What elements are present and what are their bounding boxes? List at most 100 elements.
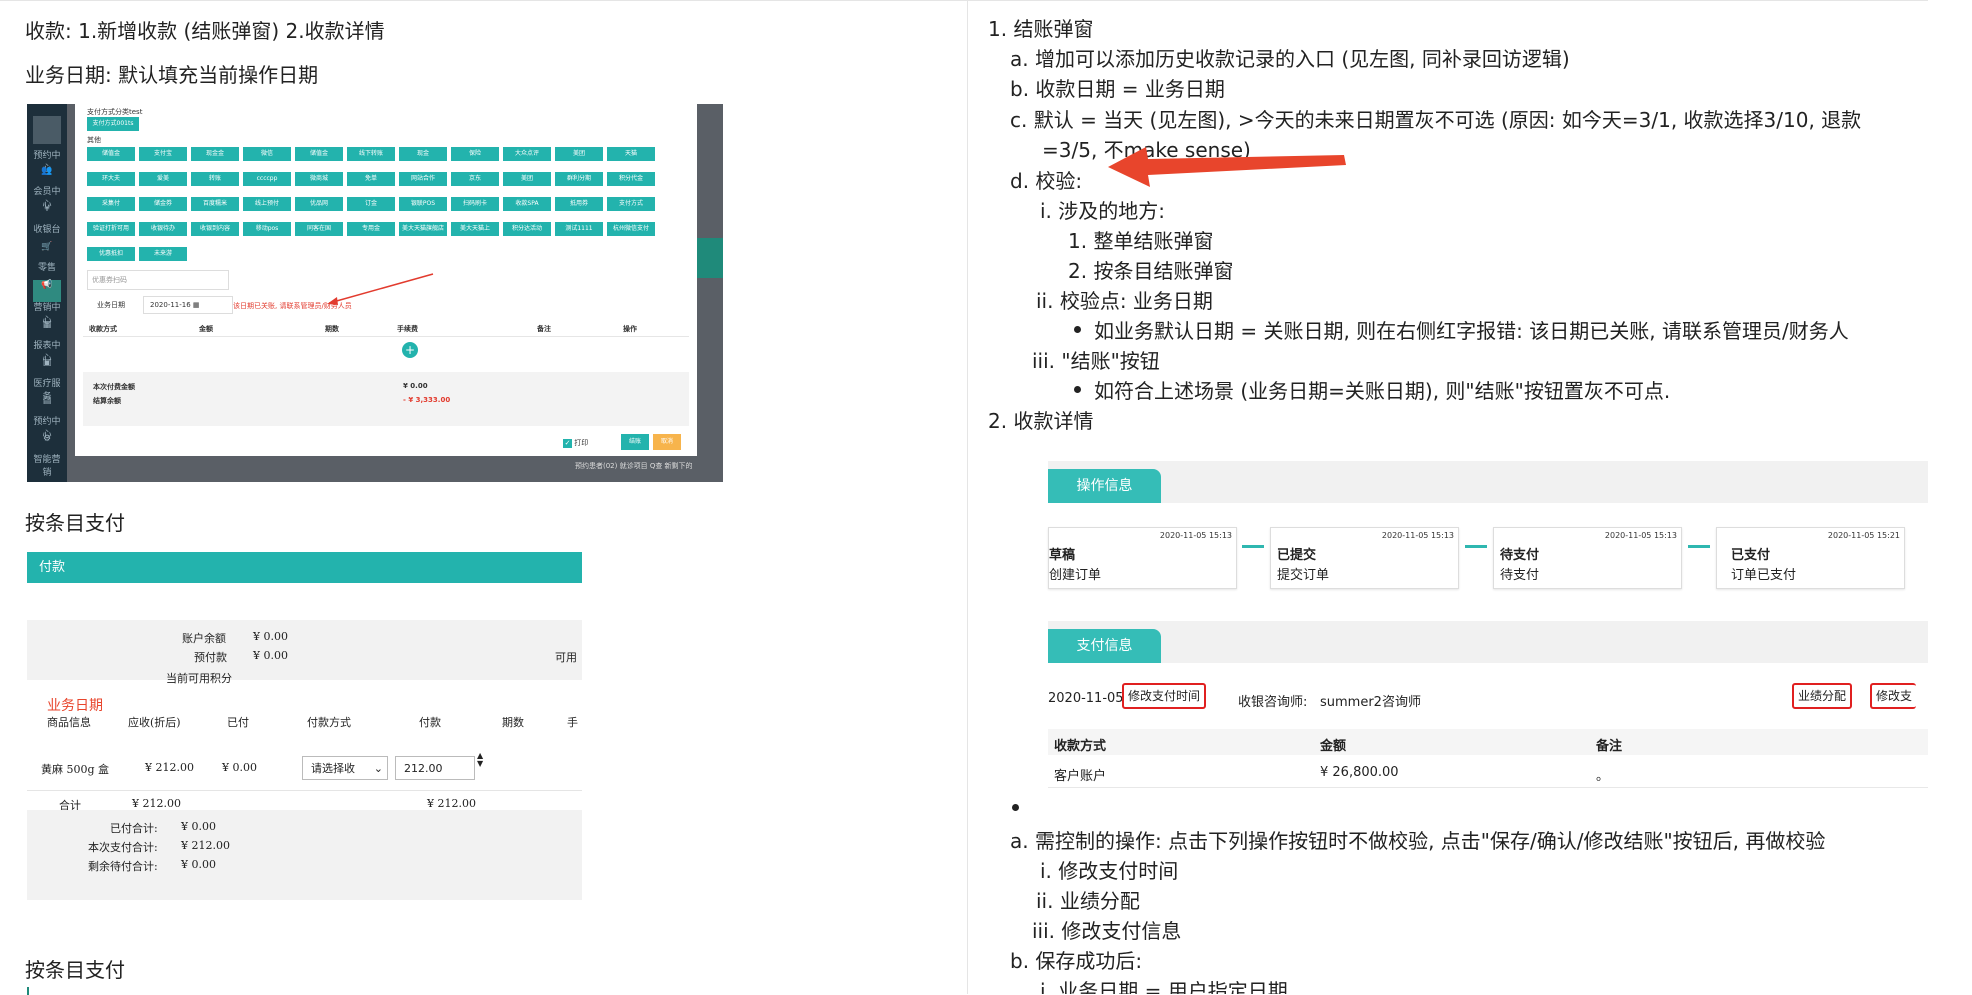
- tab-op-info[interactable]: 操作信息: [1048, 469, 1161, 503]
- payment-method-button[interactable]: 银联POS: [399, 197, 447, 211]
- payment-method-button[interactable]: 百度糯米: [191, 197, 239, 211]
- payment-method-button[interactable]: 转账: [191, 172, 239, 186]
- header-receivable: 应收(折后): [128, 716, 181, 729]
- coupon-input[interactable]: 优惠券扫码: [87, 270, 229, 290]
- payment-method-button[interactable]: 美大天猫上: [451, 222, 499, 236]
- payment-method-button[interactable]: 验证打折可用: [87, 222, 135, 236]
- this-pay-label: 本次支付合计:: [88, 841, 158, 854]
- payment-method-button[interactable]: 收银到内容: [191, 222, 239, 236]
- item-pay-screenshot: 付款 账户余额 ¥ 0.00 预付款 ¥ 0.00 可用 当前可用积分 业务日期…: [27, 552, 582, 900]
- payment-method-button[interactable]: 京东: [451, 172, 499, 186]
- summary-box: 本次付费金额 ¥ 0.00 结算余额 - ¥ 3,333.00: [83, 372, 689, 426]
- payment-method-button[interactable]: 储值金: [295, 147, 343, 161]
- payment-method-button[interactable]: 收银待办: [139, 222, 187, 236]
- annotation-arrow: [327, 273, 434, 305]
- payment-method-button[interactable]: 未来游: [139, 247, 187, 261]
- payment-method-button[interactable]: 同客在国: [295, 222, 343, 236]
- payment-method-button[interactable]: 抵用券: [555, 197, 603, 211]
- stepper-icon[interactable]: ▲ ▼: [477, 752, 483, 768]
- payment-method-button[interactable]: 线上预付: [243, 197, 291, 211]
- row-item: 黄麻 500g 盒: [41, 763, 110, 776]
- payment-method-button[interactable]: 美团: [503, 172, 551, 186]
- payment-method-button[interactable]: 杭州微信支付: [607, 222, 655, 236]
- receipt-detail-screenshot: 操作信息 2020-11-05 15:13 草稿 创建订单 2020-11-05…: [1048, 461, 1928, 791]
- payment-method-button[interactable]: 微商城: [295, 172, 343, 186]
- header-product: 商品信息: [47, 716, 91, 729]
- add-row-button[interactable]: +: [402, 342, 418, 358]
- card-status: 草稿: [1049, 548, 1076, 563]
- cancel-button[interactable]: 取消: [653, 434, 681, 450]
- logo: [33, 116, 61, 144]
- card-desc: 订单已支付: [1731, 568, 1797, 583]
- payment-method-button[interactable]: 线下转账: [347, 147, 395, 161]
- payment-method-button[interactable]: 支付方式: [607, 197, 655, 211]
- item-1c-line1: c. 默认 = 当天 (见左图), >今天的未来日期置灰不可选 (原因: 如今天…: [1010, 108, 1862, 132]
- payment-method-button[interactable]: 群利分期: [555, 172, 603, 186]
- item-1b: b. 收款日期 = 业务日期: [1010, 77, 1225, 101]
- account-balance-label: 账户余额: [182, 632, 226, 645]
- payment-method-button[interactable]: 美团: [555, 147, 603, 161]
- remain-value: ¥ 0.00: [181, 858, 216, 871]
- left-column: 收款: 1.新增收款 (结账弹窗) 2.收款详情 业务日期: 默认填充当前操作日…: [0, 0, 968, 995]
- payment-method-button[interactable]: 收款SPA: [503, 197, 551, 211]
- status-card-draft: 2020-11-05 15:13 草稿 创建订单: [1048, 527, 1237, 589]
- pay-method-select[interactable]: 请选择收 ⌄: [302, 756, 388, 780]
- confirm-checkout-button[interactable]: 结账: [621, 434, 649, 450]
- item-1d-iii: iii. "结账"按钮: [1032, 349, 1160, 373]
- tab-pay-info[interactable]: 支付信息: [1048, 629, 1161, 663]
- modify-pay-time-button[interactable]: 修改支付时间: [1122, 683, 1207, 709]
- payment-method-button[interactable]: 天猫: [607, 147, 655, 161]
- payment-method-button[interactable]: 微信: [243, 147, 291, 161]
- payment-method-button[interactable]: 积分达活动: [503, 222, 551, 236]
- pay-method-button[interactable]: 支付方式001ts: [87, 117, 139, 131]
- payment-method-button[interactable]: 移动pos: [243, 222, 291, 236]
- payment-method-button[interactable]: 环大夫: [87, 172, 135, 186]
- payment-method-button[interactable]: 爱美: [139, 172, 187, 186]
- this-pay-value: ¥ 212.00: [181, 839, 230, 852]
- payment-method-button[interactable]: 订金: [347, 197, 395, 211]
- card-time: 2020-11-05 15:13: [1159, 531, 1232, 540]
- col-remark: 备注: [1596, 739, 1623, 754]
- item-2: 2. 收款详情: [988, 409, 1094, 433]
- print-checkbox[interactable]: ✓ 打印: [563, 438, 588, 448]
- payment-method-button[interactable]: 美大天猫旗舰店: [399, 222, 447, 236]
- sidebar-item-2: 收银台: [33, 225, 61, 235]
- pay-amount-input[interactable]: 212.00: [395, 756, 475, 780]
- row-remark: 。: [1596, 769, 1610, 784]
- item-1d-i-1: 1. 整单结账弹窗: [1068, 229, 1214, 253]
- pay-table-header: [1048, 729, 1928, 755]
- payment-method-button[interactable]: 现金: [399, 147, 447, 161]
- item-1d: d. 校验:: [1010, 169, 1083, 193]
- payment-method-button[interactable]: 优惠抵扣: [87, 247, 135, 261]
- heading-receipt: 收款: 1.新增收款 (结账弹窗) 2.收款详情: [25, 19, 385, 43]
- card-status: 已支付: [1731, 548, 1771, 563]
- payment-method-button[interactable]: 储金券: [139, 197, 187, 211]
- divider: [1048, 787, 1928, 788]
- prepaid-value: ¥ 0.00: [253, 649, 288, 662]
- performance-allocation-button[interactable]: 业绩分配: [1792, 683, 1853, 709]
- payment-method-button[interactable]: 保险: [451, 147, 499, 161]
- step-arrow: [1688, 545, 1710, 548]
- payment-method-button[interactable]: 测试1111: [555, 222, 603, 236]
- business-date-input[interactable]: 2020-11-16 ▦: [143, 296, 233, 314]
- payment-method-button[interactable]: 扫码刷卡: [451, 197, 499, 211]
- payment-method-button[interactable]: 储值金: [87, 147, 135, 161]
- payment-method-button[interactable]: 大众点评: [503, 147, 551, 161]
- payment-method-button[interactable]: 免单: [347, 172, 395, 186]
- pay-category-label: 支付方式分类test: [87, 108, 143, 116]
- payment-method-button[interactable]: 支付宝: [139, 147, 187, 161]
- payment-method-button[interactable]: 优品网: [295, 197, 343, 211]
- payment-method-button[interactable]: 专用金: [347, 222, 395, 236]
- business-date-red-label: 业务日期: [47, 698, 103, 714]
- modify-pay-info-button[interactable]: 修改支: [1870, 683, 1917, 709]
- payment-method-button[interactable]: 积分代金: [607, 172, 655, 186]
- sidebar-item-3: 零售: [37, 263, 56, 273]
- payment-method-button[interactable]: 网站合作: [399, 172, 447, 186]
- megaphone-icon: 📢: [33, 280, 61, 302]
- card-status: 已提交: [1277, 548, 1317, 563]
- col-amount: 金额: [199, 325, 213, 333]
- payment-method-button[interactable]: 采集付: [87, 197, 135, 211]
- chevron-down-icon: ⌄: [373, 762, 383, 775]
- payment-method-button[interactable]: ccccpp: [243, 172, 291, 186]
- payment-method-button[interactable]: 现金金: [191, 147, 239, 161]
